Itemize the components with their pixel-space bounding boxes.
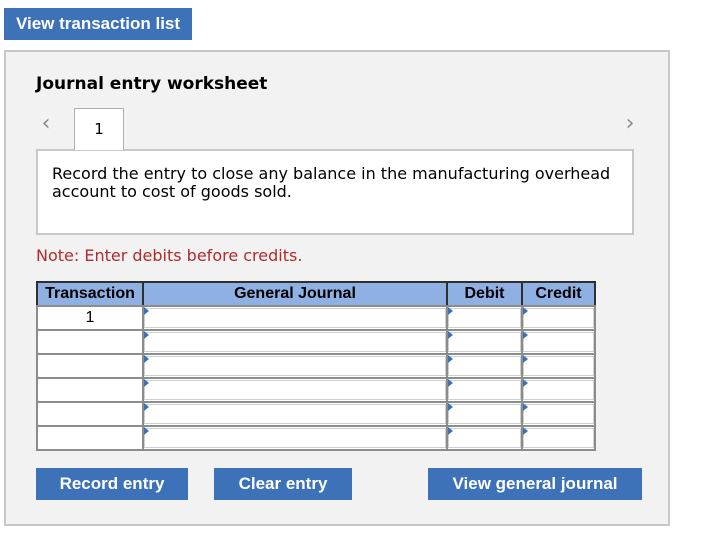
view-general-journal-button[interactable]: View general journal: [428, 468, 642, 500]
credit-cell: [521, 353, 596, 379]
general-journal-input[interactable]: [144, 380, 446, 400]
debit-cell: [446, 329, 523, 355]
row-marker-icon: [144, 427, 149, 435]
credit-cell: [521, 329, 596, 355]
credit-input[interactable]: [523, 428, 594, 448]
general-journal-cell: [142, 425, 448, 451]
table-row: 1: [36, 305, 596, 331]
row-marker-icon: [144, 403, 149, 411]
general-journal-input[interactable]: [144, 404, 446, 424]
credit-input[interactable]: [523, 356, 594, 376]
credit-input[interactable]: [523, 308, 594, 328]
instruction-text: Record the entry to close any balance in…: [52, 164, 611, 201]
debit-cell: [446, 377, 523, 403]
debit-input[interactable]: [448, 428, 521, 448]
general-journal-input[interactable]: [144, 428, 446, 448]
credit-input[interactable]: [523, 332, 594, 352]
credit-input[interactable]: [523, 380, 594, 400]
transaction-cell: [36, 329, 144, 355]
table-row: [36, 353, 596, 379]
chevron-right-icon[interactable]: ›: [620, 112, 640, 136]
transaction-cell: [36, 353, 144, 379]
debit-cell: [446, 305, 523, 331]
row-marker-icon: [448, 355, 453, 363]
worksheet-title: Journal entry worksheet: [36, 74, 268, 94]
chevron-left-icon[interactable]: ‹: [36, 112, 56, 136]
credit-cell: [521, 305, 596, 331]
debit-input[interactable]: [448, 356, 521, 376]
credit-input[interactable]: [523, 404, 594, 424]
row-marker-icon: [144, 355, 149, 363]
row-marker-icon: [523, 379, 528, 387]
table-row: [36, 425, 596, 451]
column-header-general-journal: General Journal: [142, 281, 448, 307]
view-transaction-list-button[interactable]: View transaction list: [4, 8, 192, 40]
transaction-cell: [36, 377, 144, 403]
general-journal-cell: [142, 329, 448, 355]
general-journal-cell: [142, 305, 448, 331]
general-journal-input[interactable]: [144, 308, 446, 328]
general-journal-cell: [142, 353, 448, 379]
table-row: [36, 377, 596, 403]
table-row: [36, 329, 596, 355]
row-marker-icon: [144, 307, 149, 315]
record-entry-button[interactable]: Record entry: [36, 468, 188, 500]
row-marker-icon: [523, 403, 528, 411]
instruction-box: Record the entry to close any balance in…: [36, 149, 634, 235]
journal-header-row: Transaction General Journal Debit Credit: [36, 281, 596, 307]
note-text: Note: Enter debits before credits.: [36, 246, 303, 265]
credit-cell: [521, 401, 596, 427]
general-journal-cell: [142, 377, 448, 403]
row-marker-icon: [523, 427, 528, 435]
row-marker-icon: [448, 379, 453, 387]
debit-input[interactable]: [448, 380, 521, 400]
row-marker-icon: [448, 427, 453, 435]
column-header-credit: Credit: [521, 281, 596, 307]
column-header-debit: Debit: [446, 281, 523, 307]
row-marker-icon: [448, 403, 453, 411]
column-header-transaction: Transaction: [36, 281, 144, 307]
row-marker-icon: [144, 331, 149, 339]
transaction-cell: [36, 401, 144, 427]
transaction-cell: 1: [36, 305, 144, 331]
journal-table: Transaction General Journal Debit Credit…: [36, 281, 596, 451]
journal-entry-worksheet: Journal entry worksheet ‹ 1 › Record the…: [4, 50, 670, 526]
debit-input[interactable]: [448, 404, 521, 424]
table-row: [36, 401, 596, 427]
debit-input[interactable]: [448, 308, 521, 328]
general-journal-input[interactable]: [144, 332, 446, 352]
row-marker-icon: [523, 331, 528, 339]
credit-cell: [521, 377, 596, 403]
row-marker-icon: [448, 307, 453, 315]
clear-entry-button[interactable]: Clear entry: [214, 468, 352, 500]
debit-cell: [446, 425, 523, 451]
general-journal-input[interactable]: [144, 356, 446, 376]
debit-cell: [446, 353, 523, 379]
row-marker-icon: [523, 355, 528, 363]
tab-1[interactable]: 1: [74, 108, 124, 150]
debit-cell: [446, 401, 523, 427]
transaction-cell: [36, 425, 144, 451]
row-marker-icon: [144, 379, 149, 387]
row-marker-icon: [523, 307, 528, 315]
debit-input[interactable]: [448, 332, 521, 352]
row-marker-icon: [448, 331, 453, 339]
credit-cell: [521, 425, 596, 451]
general-journal-cell: [142, 401, 448, 427]
